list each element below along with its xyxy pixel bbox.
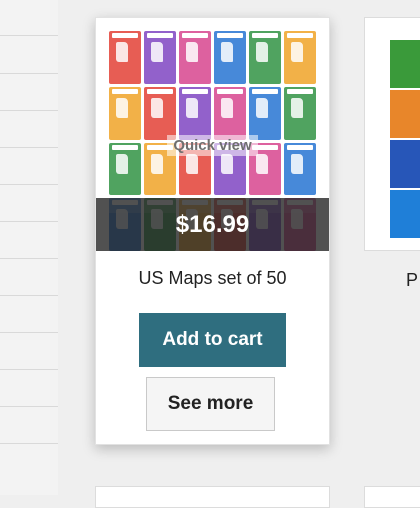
price-label: $16.99 (175, 210, 250, 238)
sidebar-divider (0, 295, 58, 296)
quick-view-label[interactable]: Quick view (167, 135, 258, 156)
neighbor-thumb-tile (390, 90, 420, 138)
sidebar-divider (0, 406, 58, 407)
sidebar-divider (0, 110, 58, 111)
product-card[interactable]: Quick view $16.99 US Maps set of 50 Add … (95, 17, 330, 445)
neighbor-product-name[interactable]: P (406, 270, 418, 291)
sidebar-divider (0, 221, 58, 222)
quick-view-overlay[interactable]: Quick view (109, 31, 316, 213)
neighbor-thumb-tile (390, 40, 420, 88)
product-card-partial (364, 486, 420, 508)
price-bar: $16.99 (96, 198, 329, 251)
sidebar-divider (0, 369, 58, 370)
sidebar-divider (0, 332, 58, 333)
product-name[interactable]: US Maps set of 50 (96, 268, 329, 289)
sidebar-divider (0, 184, 58, 185)
sidebar-divider (0, 73, 58, 74)
sidebar (0, 0, 58, 495)
neighbor-thumb-tile (390, 190, 420, 238)
sidebar-divider (0, 443, 58, 444)
product-card-partial (95, 486, 330, 508)
sidebar-divider (0, 147, 58, 148)
sidebar-divider (0, 35, 58, 36)
neighbor-product-card[interactable] (364, 17, 420, 251)
add-to-cart-button[interactable]: Add to cart (139, 313, 286, 367)
see-more-button[interactable]: See more (146, 377, 275, 431)
neighbor-thumb-tile (390, 140, 420, 188)
sidebar-divider (0, 258, 58, 259)
